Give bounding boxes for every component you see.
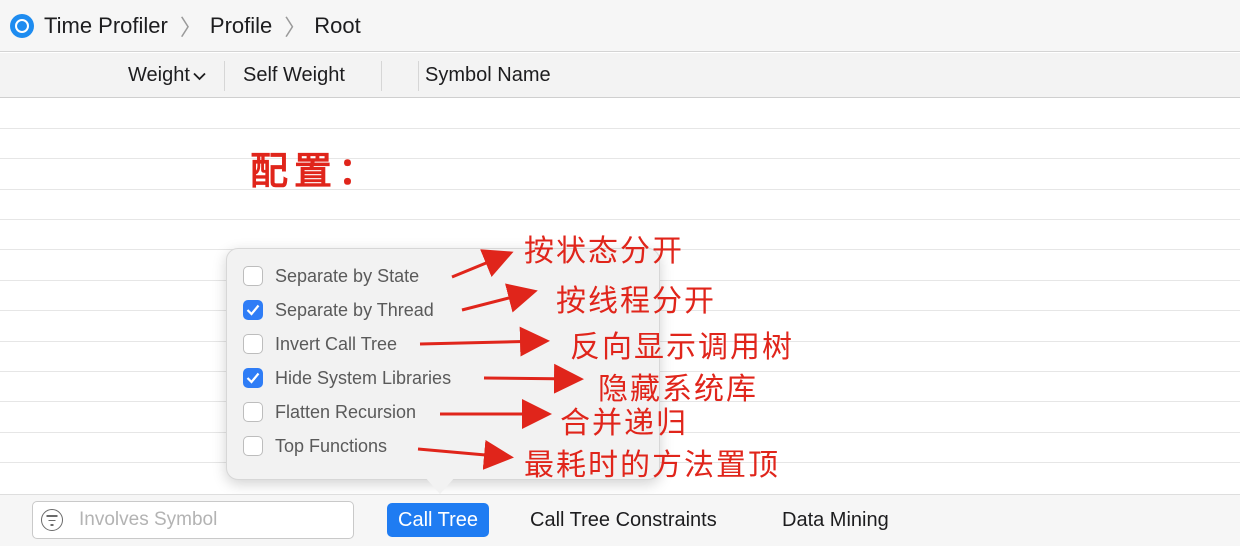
arrow-hide-system-libraries [483, 363, 584, 394]
tab-call-tree[interactable]: Call Tree [387, 503, 490, 537]
arrow-top-functions [417, 439, 514, 470]
bottom-bar: Call Tree Call Tree Constraints Data Min… [0, 494, 1240, 546]
annotation-top-functions: 最耗时的方法置顶 [524, 448, 780, 483]
arrow-separate-by-thread [461, 283, 538, 313]
tab-call-tree-constraints[interactable]: Call Tree Constraints [519, 503, 728, 537]
arrow-separate-by-state [451, 249, 514, 279]
annotation-flatten-recursion: 合并递归 [560, 406, 688, 441]
tab-data-mining[interactable]: Data Mining [771, 503, 900, 537]
search-field[interactable] [32, 501, 354, 539]
search-input[interactable] [77, 508, 331, 532]
annotation-separate-by-state: 按状态分开 [524, 234, 684, 269]
annotation-invert-call-tree: 反向显示调用树 [570, 330, 794, 365]
arrow-invert-call-tree [419, 326, 550, 357]
filter-icon [41, 509, 63, 531]
annotation-separate-by-thread: 按线程分开 [556, 284, 716, 319]
